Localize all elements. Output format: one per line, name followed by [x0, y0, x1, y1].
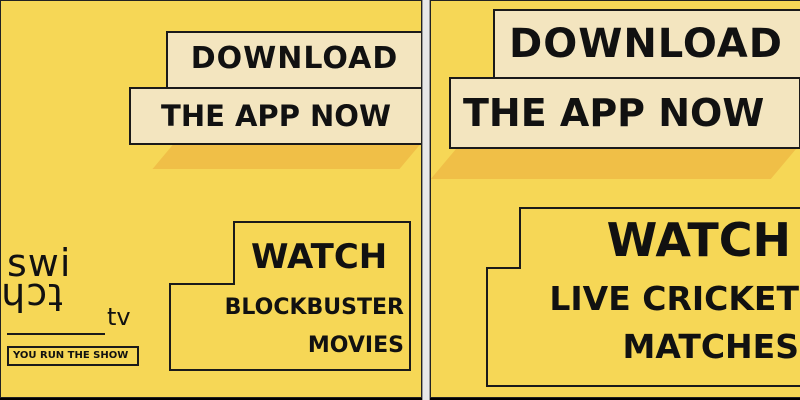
logo-bottom: tch — [0, 275, 63, 319]
watch-frame-top — [233, 221, 411, 223]
watch-frame-left — [233, 221, 235, 283]
right-ad-banner[interactable]: DOWNLOAD THE APP NOW WATCH LIVE CRICKET … — [430, 0, 800, 398]
switch-tv-logo: swi tch tv YOU RUN THE SHOW — [1, 241, 147, 371]
watch-frame-left — [519, 207, 521, 269]
watch-label: WATCH — [251, 237, 388, 277]
headline-shadow — [152, 141, 421, 169]
sub-frame-left — [486, 267, 488, 387]
sub-line-1: BLOCKBUSTER — [224, 295, 404, 320]
sub-frame-top — [486, 267, 521, 269]
sub-line-1: LIVE CRICKET — [549, 279, 799, 318]
sub-frame-bottom — [169, 369, 411, 371]
sub-frame-top — [169, 283, 235, 285]
download-headline: DOWNLOAD — [509, 21, 783, 67]
sub-line-2: MOVIES — [307, 333, 404, 358]
sub-frame-bottom — [486, 385, 800, 387]
sub-frame-left — [169, 283, 171, 371]
logo-tagline-box: YOU RUN THE SHOW — [7, 346, 139, 366]
banner-divider — [422, 0, 430, 400]
app-now-headline-box: THE APP NOW — [129, 87, 421, 145]
logo-underline — [7, 333, 105, 335]
logo-suffix: tv — [107, 303, 131, 331]
watch-frame-right — [409, 221, 411, 369]
logo-tagline: YOU RUN THE SHOW — [13, 350, 129, 361]
download-headline-box: DOWNLOAD — [493, 9, 800, 81]
app-now-headline-box: THE APP NOW — [449, 77, 800, 149]
left-ad-banner[interactable]: DOWNLOAD THE APP NOW WATCH BLOCKBUSTER M… — [0, 0, 422, 398]
download-headline-box: DOWNLOAD — [166, 31, 421, 89]
app-now-headline: THE APP NOW — [463, 91, 765, 135]
sub-line-2: MATCHES — [622, 327, 799, 366]
watch-frame-top — [519, 207, 800, 209]
app-now-headline: THE APP NOW — [161, 99, 391, 133]
download-headline: DOWNLOAD — [190, 41, 399, 76]
watch-label: WATCH — [606, 213, 791, 267]
